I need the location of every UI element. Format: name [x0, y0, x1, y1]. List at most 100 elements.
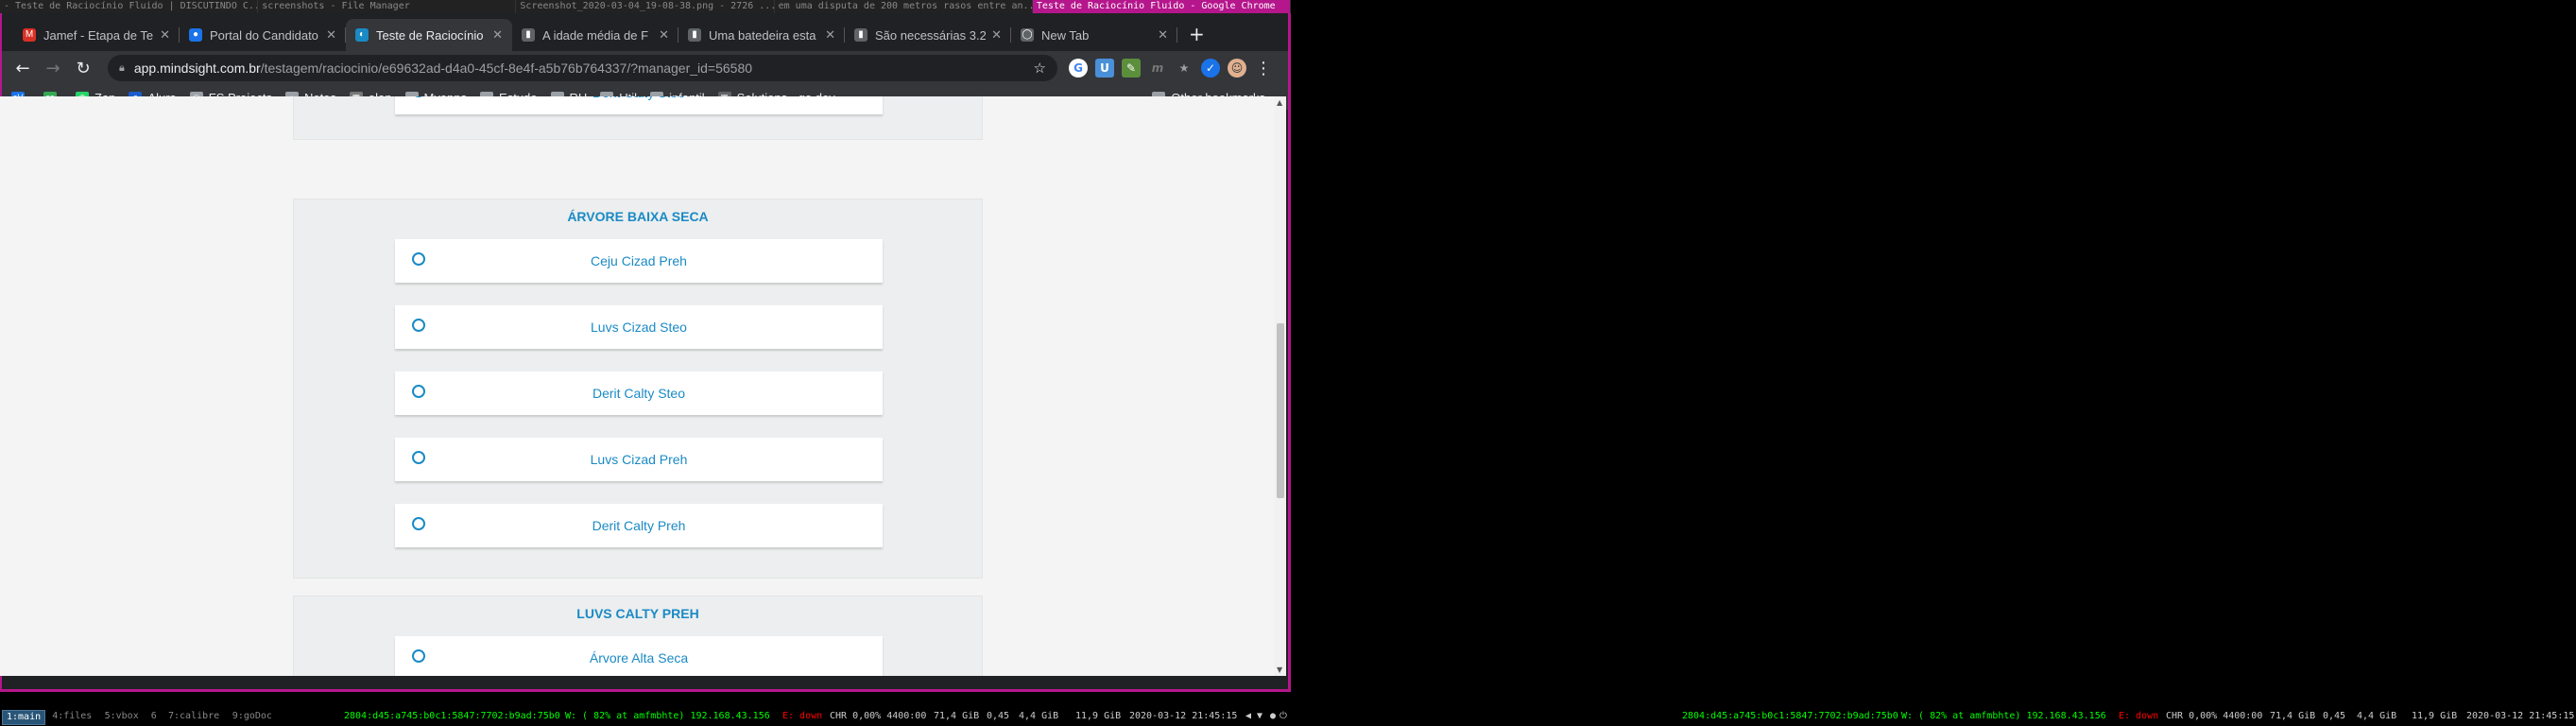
terminal-icon[interactable] — [4, 692, 15, 703]
status-disk-right: 71,4 GiB — [2270, 711, 2316, 721]
tab-2[interactable]: ◐ Teste de Raciocínio ✕ — [346, 19, 512, 51]
tab-label: Jamef - Etapa de Te — [43, 27, 154, 43]
workspace-3[interactable]: 6 — [147, 710, 161, 723]
tab-0[interactable]: M Jamef - Etapa de Te ✕ — [13, 19, 180, 51]
lock-icon: 🔒︎ — [119, 61, 125, 74]
status-eth-right: E: down — [2119, 711, 2159, 721]
page-content: Derit Calty Steo ÁRVORE BAIXA SECA Ceju Ci… — [0, 96, 1286, 676]
tab-close-icon[interactable]: ✕ — [326, 27, 336, 43]
window-title-0[interactable]: - Teste de Raciocínio Fluido | DISCUTIND… — [0, 0, 259, 13]
tab-favicon-icon: ◯ — [1021, 28, 1034, 42]
workspace-4[interactable]: 7:calibre — [164, 710, 223, 723]
tab-close-icon[interactable]: ✕ — [492, 27, 503, 43]
status-ipv6-left: 2804:d45:a745:b0c1:5847:7702:b9ad:75b0 — [344, 711, 560, 721]
tab-favicon-icon: M — [23, 28, 36, 42]
scroll-down-arrow-icon[interactable]: ▼ — [1277, 666, 1282, 674]
tab-3[interactable]: ▮ A idade média de F ✕ — [512, 19, 678, 51]
grammar-extension-icon[interactable]: ✎ — [1122, 59, 1141, 78]
status-load-left: 0,45 — [987, 711, 1010, 721]
radio-button[interactable] — [412, 649, 425, 663]
scroll-thumb[interactable] — [1277, 323, 1284, 498]
browser-toolbar: ← → ↻ 🔒︎ app.mindsight.com.br/testagem/r… — [2, 51, 1288, 85]
m-extension-icon[interactable]: m — [1148, 59, 1167, 78]
answer-option[interactable]: Luvs Cizad Preh — [395, 438, 883, 481]
status-datetime-right: 2020-03-12 21:45:15 — [2466, 711, 2575, 721]
answer-option[interactable]: Luvs Cizad Steo — [395, 305, 883, 349]
answer-option-label: Derit Calty Steo — [395, 96, 883, 100]
question-card: Derit Calty Steo — [293, 96, 983, 140]
star-extension-icon[interactable]: ★ — [1175, 59, 1194, 78]
answer-option-label: Árvore Alta Seca — [589, 650, 689, 666]
tab-favicon-icon: ● — [189, 28, 202, 42]
question-title: ÁRVORE BAIXA SECA — [567, 209, 709, 224]
tab-strip: M Jamef - Etapa de Te ✕ ● Portal do Candidat… — [2, 13, 1288, 51]
tab-favicon-icon: ◐ — [355, 28, 369, 42]
scroll-up-arrow-icon[interactable]: ▲ — [1277, 98, 1282, 107]
tab-1[interactable]: ● Portal do Candidato ✕ — [180, 19, 346, 51]
tab-close-icon[interactable]: ✕ — [659, 27, 669, 43]
power-icon[interactable]: ⏻ — [1279, 711, 1291, 722]
answer-option[interactable]: Derit Calty Preh — [395, 504, 883, 547]
tab-label: Portal do Candidato — [210, 27, 318, 43]
radio-button[interactable] — [412, 517, 425, 530]
status-wifi-right: W: ( 82% at amfmbhte) 192.168.43.156 — [1901, 711, 2106, 721]
radio-button[interactable] — [412, 451, 425, 464]
status-wifi-left: W: ( 82% at amfmbhte) 192.168.43.156 — [565, 711, 770, 721]
tab-6[interactable]: ◯ New Tab ✕ — [1011, 19, 1177, 51]
window-title-1[interactable]: screenshots - File Manager — [258, 0, 517, 13]
scrollbar[interactable]: ▲ ▼ — [1275, 96, 1286, 676]
status-ipv6-right: 2804:d45:a745:b0c1:5847:7702:b9ad:75b0 — [1682, 711, 1898, 721]
workspace-0[interactable]: 1:main — [2, 710, 46, 725]
new-tab-button[interactable]: + — [1189, 23, 1205, 45]
tab-label: New Tab — [1041, 27, 1090, 43]
avatar[interactable]: ☺ — [1228, 59, 1246, 78]
url-text[interactable]: app.mindsight.com.br/testagem/raciocinio… — [134, 60, 1034, 76]
radio-button[interactable] — [412, 385, 425, 398]
question-card: LUVS CALTY PREH Árvore Alta Seca — [293, 596, 983, 676]
reload-button[interactable]: ↻ — [70, 55, 96, 81]
tab-favicon-icon: ▮ — [854, 28, 867, 42]
wifi-icon[interactable]: ▼ — [1257, 711, 1268, 722]
back-button[interactable]: ← — [9, 55, 36, 81]
address-bar[interactable]: 🔒︎ app.mindsight.com.br/testagem/racioci… — [108, 55, 1057, 81]
status-eth-left: E: down — [782, 711, 823, 721]
tab-close-icon[interactable]: ✕ — [160, 27, 170, 43]
radio-button[interactable] — [412, 319, 425, 332]
mindsight-extension-icon[interactable]: ✓ — [1201, 59, 1220, 78]
tab-close-icon[interactable]: ✕ — [1158, 27, 1168, 43]
workspace-5[interactable]: 9:goDoc — [229, 710, 276, 723]
tab-4[interactable]: ▮ Uma batedeira esta ✕ — [678, 19, 845, 51]
forward-button[interactable]: → — [40, 55, 66, 81]
status-datetime-left: 2020-03-12 21:45:15 — [1129, 711, 1238, 721]
window-title-3[interactable]: em uma disputa de 200 metros rasos entre… — [775, 0, 1033, 13]
tab-label: Teste de Raciocínio — [376, 27, 484, 43]
tab-5[interactable]: ▮ São necessárias 3.2 ✕ — [845, 19, 1011, 51]
status-load-right: 0,45 — [2323, 711, 2346, 721]
url-path: /testagem/raciocinio/e69632ad-d4a0-45cf-… — [260, 60, 753, 76]
answer-option[interactable]: Derit Calty Steo — [395, 372, 883, 415]
answer-option[interactable]: Ceju Cizad Preh — [395, 239, 883, 283]
answer-option-label: Derit Calty Steo — [592, 386, 686, 401]
tab-label: Uma batedeira esta — [709, 27, 816, 43]
workspace-2[interactable]: 5:vbox — [101, 710, 143, 723]
menu-kebab-icon[interactable]: ⋮ — [1250, 55, 1277, 81]
answer-option[interactable]: Derit Calty Steo — [395, 96, 883, 114]
answer-option-label: Luvs Cizad Steo — [591, 320, 687, 335]
status-cpu-right: CHR 0,00% 4400:00 — [2166, 711, 2263, 721]
volume-icon[interactable]: ◀ — [1245, 711, 1257, 722]
status-cpu-left: CHR 0,00% 4400:00 — [830, 711, 927, 721]
status-disk-left: 71,4 GiB — [934, 711, 980, 721]
question-title: LUVS CALTY PREH — [576, 606, 699, 621]
workspace-1[interactable]: 4:files — [48, 710, 95, 723]
status-memtotal-left: 11,9 GiB — [1075, 711, 1122, 721]
tab-close-icon[interactable]: ✕ — [825, 27, 835, 43]
window-title-2[interactable]: Screenshot_2020-03-04_19-08-38.png - 272… — [516, 0, 775, 13]
window-title-4[interactable]: Teste de Raciocínio Fluido - Google Chro… — [1032, 0, 1291, 13]
bookmark-star-icon[interactable]: ☆ — [1034, 60, 1046, 77]
google-extension-icon[interactable]: G — [1069, 59, 1088, 78]
status-memtotal-right: 11,9 GiB — [2412, 711, 2458, 721]
answer-option[interactable]: Árvore Alta Seca — [395, 636, 883, 676]
tab-close-icon[interactable]: ✕ — [991, 27, 1002, 43]
radio-button[interactable] — [412, 252, 425, 266]
shield-extension-icon[interactable]: U — [1095, 59, 1114, 78]
